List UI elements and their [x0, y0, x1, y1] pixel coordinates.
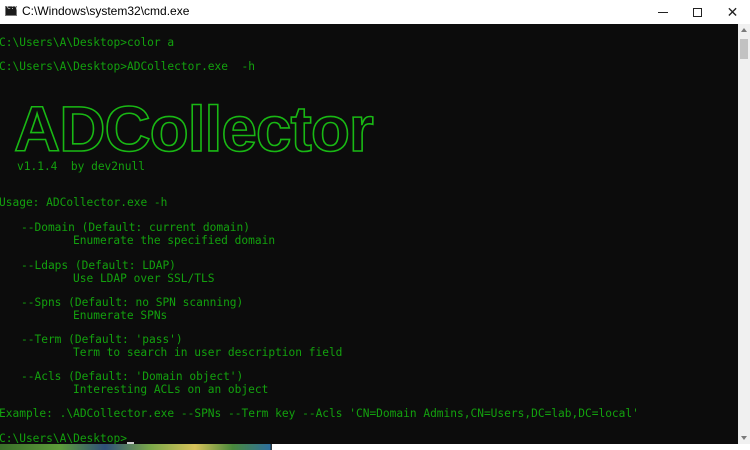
minimize-icon — [657, 11, 668, 13]
scroll-down-icon[interactable] — [738, 432, 750, 444]
console-output[interactable]: C:\Users\A\Desktop>color a C:\Users\A\De… — [0, 24, 738, 444]
option-spns: --Spns (Default: no SPN scanning) — [21, 296, 244, 309]
maximize-button[interactable] — [680, 0, 715, 24]
desktop-wallpaper — [0, 444, 750, 450]
maximize-icon — [693, 7, 702, 17]
minimize-button[interactable] — [645, 0, 680, 24]
scroll-up-icon[interactable] — [738, 24, 750, 36]
ascii-banner: ADCollector — [13, 93, 374, 165]
window-title: C:\Windows\system32\cmd.exe — [22, 4, 190, 18]
option-acls: --Acls (Default: 'Domain object') — [21, 370, 244, 383]
title-bar[interactable]: C:\Windows\system32\cmd.exe ✕ — [0, 0, 750, 25]
vertical-scrollbar[interactable] — [738, 24, 750, 444]
close-button[interactable]: ✕ — [715, 0, 750, 24]
option-term: --Term (Default: 'pass') — [21, 333, 183, 346]
prompt-line[interactable]: C:\Users\A\Desktop> — [0, 432, 134, 444]
option-spns-description: Enumerate SPNs — [73, 309, 168, 322]
prompt-text: C:\Users\A\Desktop> — [0, 432, 127, 444]
command-line: C:\Users\A\Desktop>color a — [0, 36, 175, 49]
option-domain: --Domain (Default: current domain) — [21, 221, 251, 234]
option-acls-description: Interesting ACLs on an object — [73, 383, 269, 396]
option-ldaps: --Ldaps (Default: LDAP) — [21, 259, 176, 272]
option-domain-description: Enumerate the specified domain — [73, 234, 276, 247]
close-icon: ✕ — [726, 3, 739, 20]
cmd-icon — [5, 4, 18, 16]
usage-text: Usage: ADCollector.exe -h — [0, 196, 168, 209]
version-text: v1.1.4 by dev2null — [17, 160, 145, 173]
option-ldaps-description: Use LDAP over SSL/TLS — [73, 272, 215, 285]
command-line: C:\Users\A\Desktop>ADCollector.exe -h — [0, 60, 255, 73]
option-term-description: Term to search in user description field — [73, 346, 343, 359]
example-text: Example: .\ADCollector.exe --SPNs --Term… — [0, 407, 639, 420]
scroll-thumb[interactable] — [740, 39, 748, 59]
